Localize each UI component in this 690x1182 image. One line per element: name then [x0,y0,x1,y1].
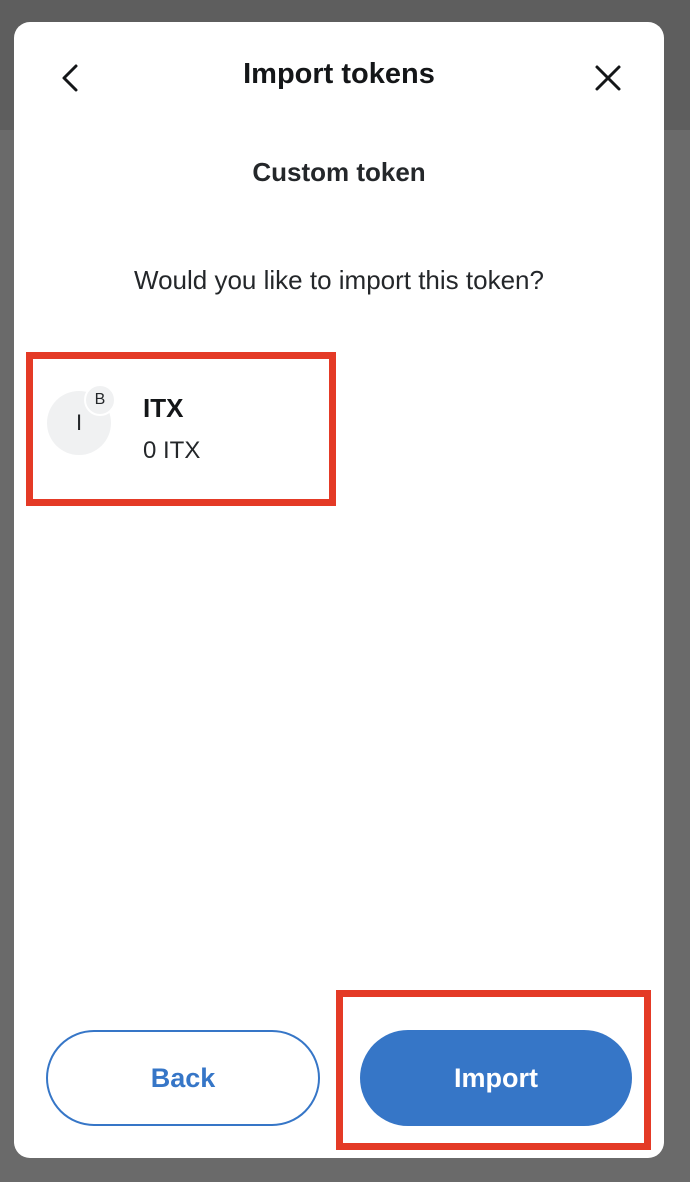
section-subtitle: Custom token [252,157,426,187]
network-badge: B [84,384,116,416]
confirm-question: Would you like to import this token? [134,265,544,295]
token-avatar-letter: I [75,410,83,435]
import-tokens-modal: Import tokens Custom token Would you lik… [14,22,664,1158]
close-icon[interactable] [592,62,624,94]
back-button[interactable]: Back [46,1030,320,1126]
modal-header: Import tokens [14,22,664,134]
token-symbol: ITX [143,393,184,423]
modal-title: Import tokens [243,58,435,90]
token-balance: 0 ITX [143,437,201,464]
network-badge-letter: B [94,391,106,408]
token-list-item: I B ITX 0 ITX [26,352,336,506]
import-button[interactable]: Import [360,1030,632,1126]
